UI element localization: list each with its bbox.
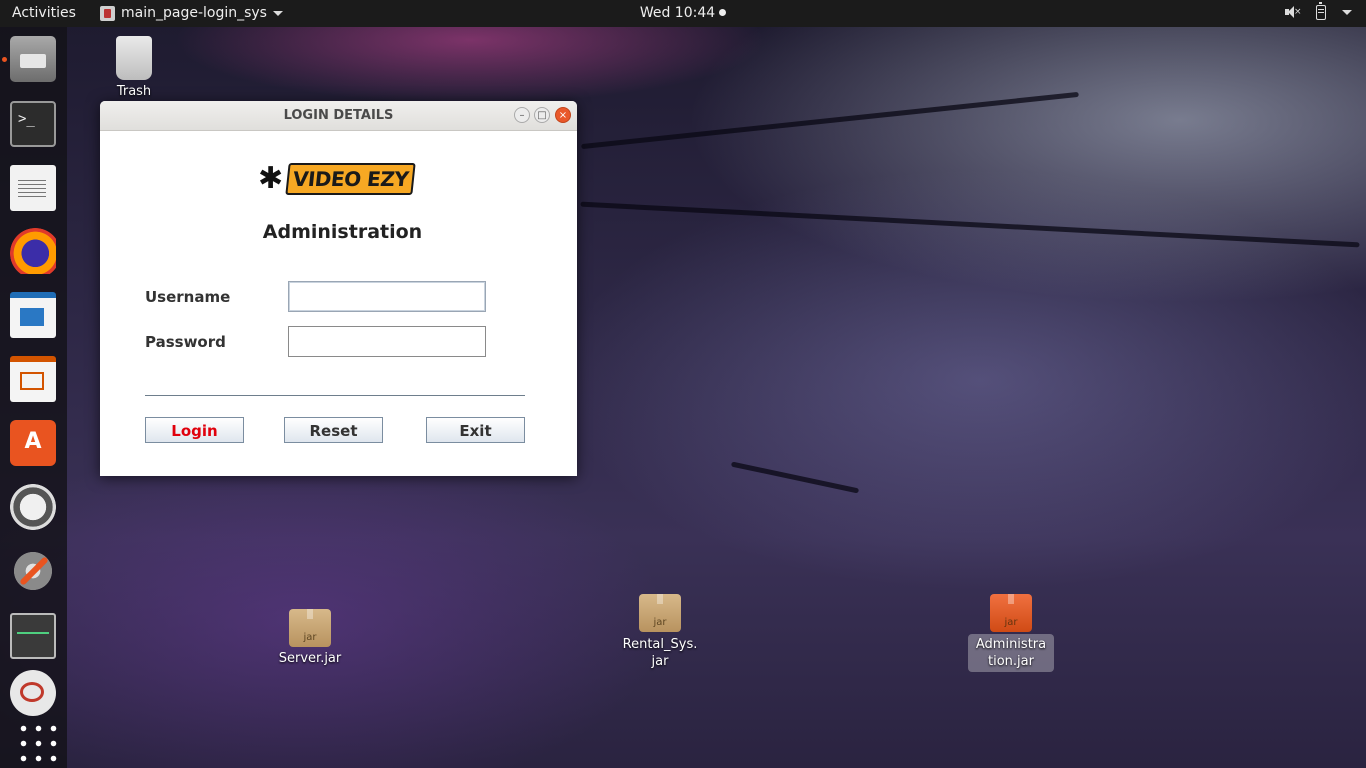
wallpaper-detail (581, 91, 1079, 150)
wallpaper-detail (580, 201, 1360, 248)
text-editor-icon[interactable] (10, 165, 56, 211)
jar-icon (639, 594, 681, 632)
system-status-menu[interactable]: × (1284, 1, 1352, 20)
notification-dot-icon (719, 9, 727, 16)
asterisk-icon: ✱ (258, 161, 284, 196)
dock (0, 27, 67, 768)
login-window: LOGIN DETAILS – □ × ✱ VIDEO EZY Administ… (100, 101, 577, 476)
username-label: Username (145, 288, 231, 306)
app-menu-label: main_page-login_sys (121, 5, 267, 21)
video-ezy-logo: ✱ VIDEO EZY (258, 161, 417, 196)
password-input[interactable] (288, 326, 486, 357)
login-button[interactable]: Login (145, 417, 244, 443)
window-title: LOGIN DETAILS (283, 108, 394, 123)
exit-button[interactable]: Exit (426, 417, 525, 443)
window-titlebar[interactable]: LOGIN DETAILS – □ × (100, 101, 577, 131)
terminal-icon[interactable] (10, 101, 56, 147)
app-icon (100, 5, 115, 21)
maximize-icon[interactable]: □ (534, 107, 550, 123)
trash-desktop-icon[interactable]: Trash (104, 36, 164, 99)
java-icon[interactable] (10, 670, 56, 716)
writer-icon[interactable] (10, 292, 56, 338)
clock-button[interactable]: Wed 10:44 (639, 5, 727, 21)
password-label: Password (145, 333, 226, 351)
rental-sys-jar-file[interactable]: Rental_Sys. jar (616, 594, 704, 670)
minimize-icon[interactable]: – (514, 107, 530, 123)
logo-text: VIDEO EZY (285, 163, 417, 195)
divider (145, 395, 525, 396)
app-grid-icon[interactable] (16, 721, 61, 766)
firefox-icon[interactable] (10, 228, 56, 274)
activities-button[interactable]: Activities (12, 5, 76, 21)
app-menu[interactable]: main_page-login_sys (100, 5, 283, 21)
settings-icon[interactable] (10, 548, 56, 594)
top-panel: Activities main_page-login_sys Wed 10:44… (0, 0, 1366, 27)
file-label: Rental_Sys. jar (622, 637, 698, 669)
reset-button[interactable]: Reset (284, 417, 383, 443)
clock-label: Wed 10:44 (639, 5, 716, 21)
battery-icon (1316, 1, 1326, 20)
jar-icon (990, 594, 1032, 632)
impress-icon[interactable] (10, 356, 56, 402)
administration-jar-file[interactable]: Administra tion.jar (968, 594, 1054, 672)
trash-label: Trash (116, 84, 152, 99)
file-label: Administra tion.jar (968, 634, 1054, 672)
page-title: Administration (262, 221, 423, 243)
trash-icon (116, 36, 152, 80)
username-input[interactable] (288, 281, 486, 312)
volume-muted-icon: × (1284, 4, 1302, 20)
server-jar-file[interactable]: Server.jar (270, 609, 350, 666)
monitor-icon[interactable] (10, 613, 56, 659)
close-icon[interactable]: × (555, 107, 571, 123)
files-icon[interactable] (10, 36, 56, 82)
updater-icon[interactable] (10, 484, 56, 530)
chevron-down-icon (1342, 9, 1352, 15)
file-label: Server.jar (278, 651, 342, 666)
jar-icon (289, 609, 331, 647)
running-indicator (2, 57, 7, 62)
chevron-down-icon (272, 10, 283, 16)
store-icon[interactable] (10, 420, 56, 466)
wallpaper-detail (730, 461, 860, 494)
